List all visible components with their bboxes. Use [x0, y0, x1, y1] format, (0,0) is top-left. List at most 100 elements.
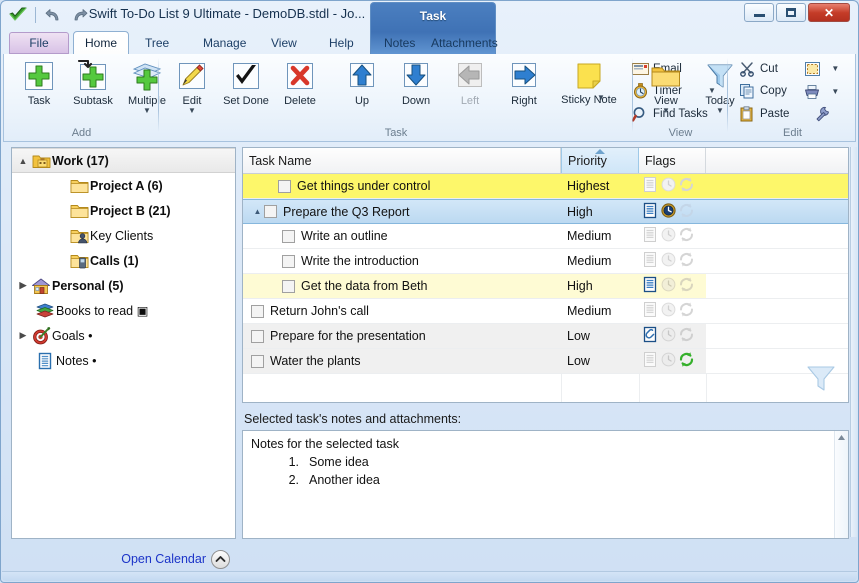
tree-expander-icon[interactable]: ▲ — [16, 156, 30, 166]
tab-attachments[interactable]: Attachments — [419, 31, 510, 55]
table-row[interactable]: Water the plants Low — [243, 349, 848, 374]
tab-home[interactable]: Home — [73, 31, 129, 55]
minimize-button[interactable] — [744, 3, 774, 22]
task-flags-cell[interactable] — [639, 274, 706, 298]
maximize-button[interactable] — [776, 3, 806, 22]
tree-item-key-clients[interactable]: Key Clients — [12, 223, 235, 248]
recurring-flag-icon[interactable] — [678, 202, 695, 222]
add-subtask-button[interactable]: Subtask — [66, 56, 120, 124]
app-logo-icon[interactable] — [7, 5, 29, 25]
notes-flag-icon[interactable] — [642, 351, 659, 371]
notes-content[interactable]: Notes for the selected task 1. Some idea… — [243, 431, 834, 538]
table-row[interactable]: Write an outline Medium — [243, 224, 848, 249]
chevron-down-icon[interactable]: ▼ — [831, 64, 839, 73]
column-priority[interactable]: Priority — [561, 148, 639, 173]
task-flags-cell[interactable] — [639, 349, 706, 373]
grid-filter-icon[interactable] — [804, 363, 838, 398]
recurring-flag-icon[interactable] — [678, 301, 695, 321]
reminder-flag-icon[interactable] — [660, 326, 677, 346]
reminder-flag-icon[interactable] — [660, 351, 677, 371]
tree-item-personal[interactable]: ▶ Personal (5) — [12, 273, 235, 298]
tab-file[interactable]: File — [9, 32, 69, 54]
task-flags-cell[interactable] — [639, 249, 706, 273]
recurring-flag-icon[interactable] — [678, 176, 695, 196]
tab-tree[interactable]: Tree — [133, 31, 181, 55]
task-checkbox[interactable] — [251, 304, 264, 318]
task-checkbox[interactable] — [282, 229, 295, 243]
task-checkbox[interactable] — [264, 205, 277, 218]
task-name-cell[interactable]: Return John's call — [243, 299, 561, 323]
close-button[interactable]: ✕ — [808, 3, 850, 22]
notes-flag-icon[interactable] — [642, 251, 659, 271]
set-done-button[interactable]: Set Done — [219, 56, 273, 124]
table-row[interactable]: Return John's call Medium — [243, 299, 848, 324]
task-name-cell[interactable]: Prepare for the presentation — [243, 324, 561, 348]
move-left-button[interactable]: Left — [443, 56, 497, 124]
task-grid-body[interactable]: Get things under control Highest ▲ Prepa… — [243, 174, 848, 402]
chevron-down-icon[interactable]: ▼ — [597, 94, 605, 102]
task-checkbox[interactable] — [251, 329, 264, 343]
paste-button[interactable]: Paste — [736, 104, 791, 124]
recurring-flag-icon[interactable] — [678, 351, 695, 371]
cut-button[interactable]: Cut — [736, 59, 791, 79]
task-checkbox[interactable] — [278, 179, 291, 193]
chevron-down-icon[interactable]: ▼ — [143, 107, 151, 115]
task-flags-cell[interactable] — [639, 299, 706, 323]
table-row[interactable]: Get the data from Beth High — [243, 274, 848, 299]
folder-tree-panel[interactable]: ▲ Work (17) Project A (6) Project B (21)… — [11, 147, 236, 539]
task-name-cell[interactable]: Get the data from Beth — [243, 274, 561, 298]
tree-expander-icon[interactable]: ▶ — [16, 280, 30, 291]
row-expander-icon[interactable]: ▲ — [251, 207, 264, 216]
column-flags[interactable]: Flags — [639, 148, 706, 173]
notes-flag-icon[interactable] — [642, 226, 659, 246]
recurring-flag-icon[interactable] — [678, 251, 695, 271]
copy-button[interactable]: Copy — [736, 81, 791, 101]
tab-manage[interactable]: Manage — [191, 31, 258, 55]
column-task-name[interactable]: Task Name — [243, 148, 561, 173]
notes-flag-icon[interactable] — [642, 202, 659, 222]
table-row[interactable]: Write the introduction Medium — [243, 249, 848, 274]
table-row[interactable]: Get things under control Highest — [243, 174, 848, 199]
move-right-button[interactable]: Right — [497, 56, 551, 124]
move-up-button[interactable]: Up — [335, 56, 389, 124]
vertical-scrollbar[interactable] — [850, 147, 857, 537]
task-name-cell[interactable]: Get things under control — [243, 174, 561, 198]
options-button[interactable] — [801, 104, 841, 124]
recurring-flag-icon[interactable] — [678, 276, 695, 296]
tab-view[interactable]: View — [259, 31, 309, 55]
table-row[interactable]: ▲ Prepare the Q3 Report High — [243, 199, 848, 224]
sticky-note-button[interactable]: Sticky Note ▼ — [561, 56, 617, 124]
reminder-flag-icon[interactable] — [660, 301, 677, 321]
recurring-flag-icon[interactable] — [678, 326, 695, 346]
reminder-flag-icon[interactable] — [660, 176, 677, 196]
chevron-down-icon[interactable]: ▼ — [831, 87, 839, 96]
task-name-cell[interactable]: ▲ Prepare the Q3 Report — [243, 200, 561, 223]
chevron-down-icon[interactable]: ▼ — [662, 107, 670, 115]
tree-item-notes[interactable]: Notes • — [12, 348, 235, 373]
tree-item-work[interactable]: ▲ Work (17) — [12, 148, 235, 173]
task-flags-cell[interactable] — [639, 174, 706, 198]
tree-item-project-a[interactable]: Project A (6) — [12, 173, 235, 198]
edit-button[interactable]: Edit ▼ — [165, 56, 219, 124]
reminder-flag-icon[interactable] — [660, 202, 677, 222]
task-flags-cell[interactable] — [639, 200, 706, 223]
tree-item-goals[interactable]: ▶ Goals • — [12, 323, 235, 348]
chevron-up-icon[interactable] — [211, 549, 230, 569]
delete-button[interactable]: Delete — [273, 56, 327, 124]
task-name-cell[interactable]: Write the introduction — [243, 249, 561, 273]
tree-item-calls[interactable]: Calls (1) — [12, 248, 235, 273]
attachment-flag-icon[interactable] — [642, 326, 659, 346]
task-flags-cell[interactable] — [639, 324, 706, 348]
recurring-flag-icon[interactable] — [678, 226, 695, 246]
notes-scrollbar[interactable] — [834, 431, 848, 538]
move-down-button[interactable]: Down — [389, 56, 443, 124]
undo-icon[interactable] — [42, 5, 64, 25]
notes-flag-icon[interactable] — [642, 176, 659, 196]
print-button[interactable]: ▼ — [801, 82, 841, 102]
chevron-down-icon[interactable]: ▼ — [716, 107, 724, 115]
table-row[interactable]: Prepare for the presentation Low — [243, 324, 848, 349]
tree-item-project-b[interactable]: Project B (21) — [12, 198, 235, 223]
tree-expander-icon[interactable]: ▶ — [16, 330, 30, 341]
add-task-button[interactable]: Task — [12, 56, 66, 124]
reminder-flag-icon[interactable] — [660, 276, 677, 296]
